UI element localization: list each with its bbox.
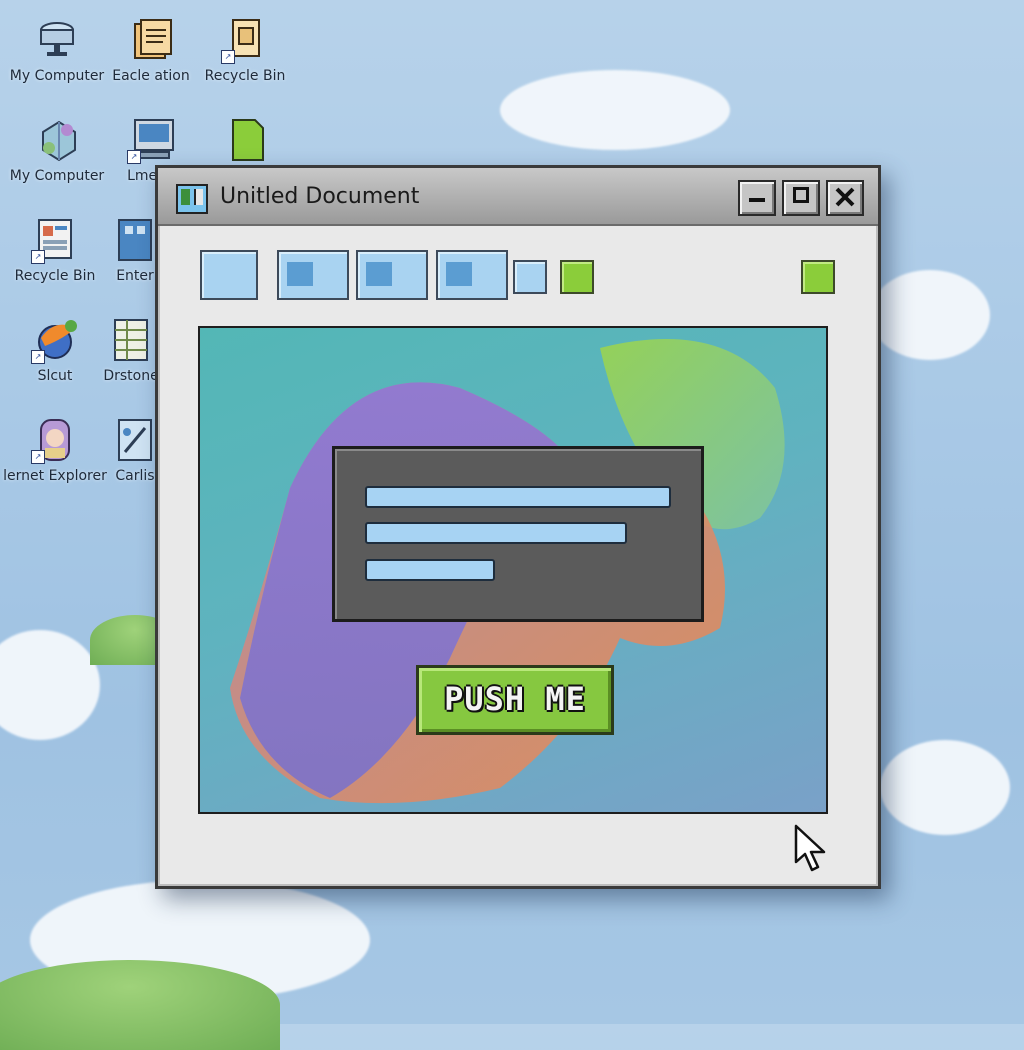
cloud [870, 270, 990, 360]
toolbar-button-3[interactable] [356, 250, 428, 300]
app-window: Unitled Document PUSH ME [155, 165, 881, 889]
toolbar-button-4[interactable] [436, 250, 508, 300]
mouse-cursor-icon [794, 824, 826, 872]
close-button[interactable] [826, 180, 864, 216]
computer-icon [37, 18, 77, 62]
cloud [500, 70, 730, 150]
square-icon [446, 262, 472, 286]
toolbar-button-1[interactable] [200, 250, 258, 300]
shortcut-arrow-icon: ↗ [31, 350, 45, 364]
folder-icon [131, 18, 172, 62]
user-icon: ↗ [31, 418, 75, 464]
shortcut-arrow-icon: ↗ [31, 450, 45, 464]
recycle-bin-icon: ↗ [31, 218, 75, 264]
recycle-bin-icon: ↗ [221, 18, 265, 64]
title-bar[interactable]: Unitled Document [158, 168, 878, 226]
minimize-icon [749, 198, 765, 202]
document-icon [225, 118, 265, 162]
toolbar-button-small[interactable] [513, 260, 547, 294]
network-icon [37, 118, 77, 162]
input-dialog [332, 446, 704, 622]
desktop-icon-recycle-bin[interactable]: ↗ Recycle Bin [190, 18, 300, 84]
hill [0, 960, 280, 1050]
cloud [0, 630, 100, 740]
square-icon [287, 262, 313, 286]
toolbar-button-green[interactable] [560, 260, 594, 294]
toolbar-button-green-right[interactable] [801, 260, 835, 294]
push-me-button[interactable]: PUSH ME [416, 665, 614, 735]
desktop-icon-document[interactable] [190, 118, 300, 168]
app-icon [176, 184, 208, 214]
maximize-button[interactable] [782, 180, 820, 216]
desktop-icon-label: Recycle Bin [204, 68, 286, 84]
text-field-1[interactable] [365, 486, 671, 508]
text-field-2[interactable] [365, 522, 627, 544]
maximize-icon [793, 187, 809, 203]
screen-icon: ↗ [127, 118, 174, 164]
square-icon [366, 262, 392, 286]
tool-icon [115, 418, 155, 462]
shortcut-arrow-icon: ↗ [31, 250, 45, 264]
spreadsheet-icon [111, 318, 151, 362]
cloud [880, 740, 1010, 835]
canvas[interactable]: PUSH ME [198, 326, 828, 814]
close-icon [835, 187, 855, 207]
app-icon [115, 218, 155, 262]
text-field-3[interactable] [365, 559, 495, 581]
minimize-button[interactable] [738, 180, 776, 216]
window-title: Unitled Document [220, 184, 420, 209]
shortcut-arrow-icon: ↗ [221, 50, 235, 64]
browser-icon: ↗ [31, 318, 77, 364]
shortcut-arrow-icon: ↗ [127, 150, 141, 164]
toolbar-button-2[interactable] [277, 250, 349, 300]
